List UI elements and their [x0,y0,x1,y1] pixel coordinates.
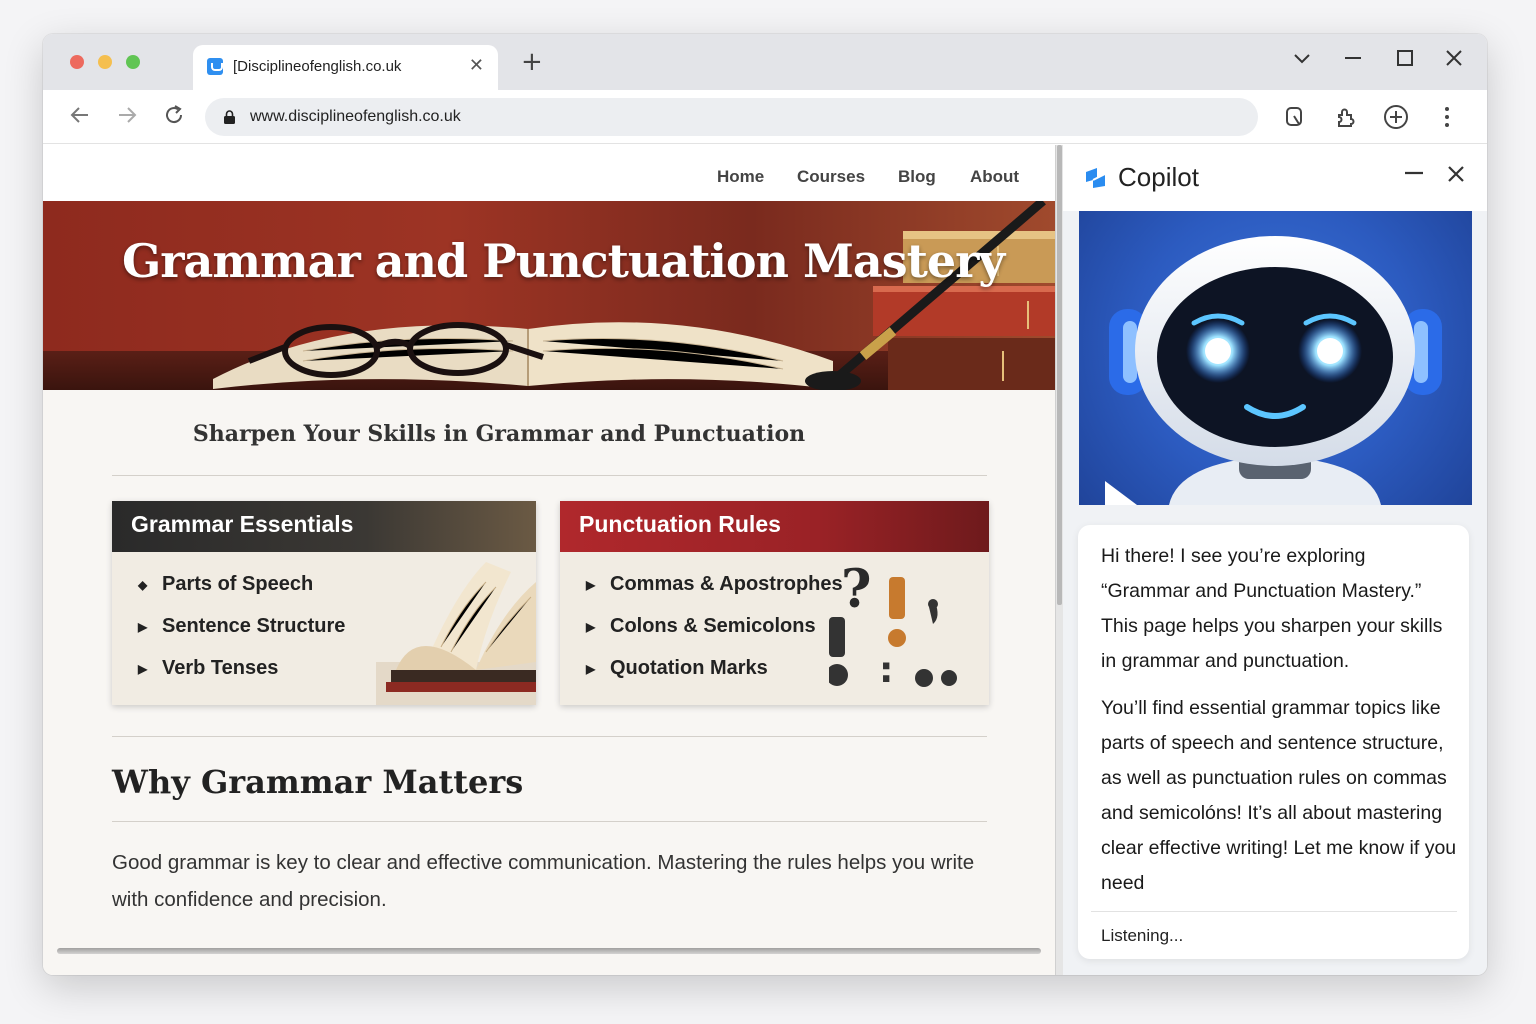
copilot-robot-avatar [1079,211,1472,505]
close-icon[interactable]: ✕ [469,55,484,76]
hero-title: Grammar and Punctuation Mastery [122,234,1005,288]
open-book-illustration [376,562,536,705]
punctuation-rules-card[interactable]: ? : Punctuation Rules ▶ Commas & Apostrop… [560,501,989,705]
hero-banner: Grammar and Punctuation Mastery [43,201,1055,390]
horizontal-scrollbar[interactable] [57,948,1041,954]
grammar-topic-list: ◆ Parts of Speech ▶ Sentence Structure ▶ Ve… [138,573,345,699]
grammar-essentials-card[interactable]: Grammar Essentials ◆ Parts of Speech ▶ Sen… [112,501,536,705]
message-paragraph: You’ll find essential grammar topics lik… [1101,697,1457,894]
minimize-window-button[interactable] [98,55,112,69]
list-item[interactable]: ◆ Parts of Speech [138,573,345,615]
page-subtitle: Sharpen Your Skills in Grammar and Punct… [192,421,806,447]
reload-icon[interactable] [162,103,186,132]
url-text: www.disciplineofenglish.co.uk [250,108,461,125]
section-body: Good grammar is key to clear and effecti… [112,851,975,911]
zoom-window-button[interactable] [126,55,140,69]
title-bar: [Disciplineofenglish.co.uk ✕ + [43,34,1487,90]
nav-link-courses[interactable]: Courses [797,167,865,187]
punctuation-marks-illustration: ? : [829,559,957,691]
forward-arrow-icon[interactable] [115,103,139,132]
browser-toolbar: www.disciplineofenglish.co.uk [43,90,1487,144]
list-item[interactable]: ▶ Colons & Semicolons [586,615,843,657]
divider [112,821,987,822]
maximize-icon[interactable] [1395,48,1415,73]
vertical-scrollbar[interactable] [1055,145,1063,975]
svg-text:?: ? [841,559,871,620]
web-page: Home Courses Blog About Grammar and Punc… [43,145,1055,975]
minimize-icon[interactable] [1343,48,1363,73]
browser-tab[interactable]: [Disciplineofenglish.co.uk ✕ [193,45,498,90]
list-item[interactable]: ▶ Commas & Apostrophes [586,573,843,615]
divider [1091,911,1457,912]
plus-icon[interactable]: + [521,49,543,75]
divider [112,736,987,737]
message-paragraph: Hi there! I see you’re exploring “Gramma… [1101,545,1443,672]
divider [112,475,987,476]
nav-link-home[interactable]: Home [717,167,764,187]
chevron-down-icon[interactable] [1292,48,1312,73]
listening-status: Listening... [1101,926,1184,945]
copilot-logo-icon [1086,168,1106,188]
address-bar[interactable]: www.disciplineofenglish.co.uk [205,98,1258,136]
triangle-bullet-icon: ▶ [586,662,596,676]
card-title: Punctuation Rules [560,501,989,552]
copilot-message: Hi there! I see you’re exploring “Gramma… [1101,539,1457,901]
triangle-bullet-icon: ▶ [586,578,596,592]
back-arrow-icon[interactable] [68,103,92,132]
copilot-header: Copilot [1063,145,1487,211]
site-nav: Home Courses Blog About [43,145,1055,201]
tab-title: [Disciplineofenglish.co.uk [233,58,402,75]
punctuation-topic-list: ▶ Commas & Apostrophes ▶ Colons & Semicolo… [586,573,843,699]
copilot-title: Copilot [1118,162,1199,192]
extensions-icon[interactable] [1333,104,1359,130]
site-favicon-icon [207,58,223,75]
close-window-icon[interactable] [1444,48,1464,73]
copilot-message-card: Hi there! I see you’re exploring “Gramma… [1078,525,1469,959]
close-icon[interactable] [1446,164,1466,190]
minimize-icon[interactable] [1403,162,1425,190]
lock-icon [224,110,235,124]
nav-link-blog[interactable]: Blog [898,167,936,187]
diamond-bullet-icon: ◆ [138,578,148,592]
more-menu-icon[interactable] [1436,104,1462,130]
nav-link-about[interactable]: About [970,167,1019,187]
robot-illustration [1105,236,1442,505]
list-item[interactable]: ▶ Verb Tenses [138,657,345,699]
browser-window: [Disciplineofenglish.co.uk ✕ + www.disci… [43,34,1487,975]
section-title: Why Grammar Matters [112,763,524,801]
triangle-bullet-icon: ▶ [138,662,148,676]
list-item[interactable]: ▶ Quotation Marks [586,657,843,699]
books-and-glasses-illustration [43,201,1055,390]
copilot-panel: Copilot Hi there! I see you’re exploring… [1063,145,1487,975]
reading-view-icon[interactable] [1282,104,1308,130]
close-window-button[interactable] [70,55,84,69]
triangle-bullet-icon: ▶ [586,620,596,634]
card-title: Grammar Essentials [112,501,536,552]
add-circle-icon[interactable] [1383,104,1409,130]
svg-text::: : [879,650,893,691]
triangle-bullet-icon: ▶ [138,620,148,634]
list-item[interactable]: ▶ Sentence Structure [138,615,345,657]
